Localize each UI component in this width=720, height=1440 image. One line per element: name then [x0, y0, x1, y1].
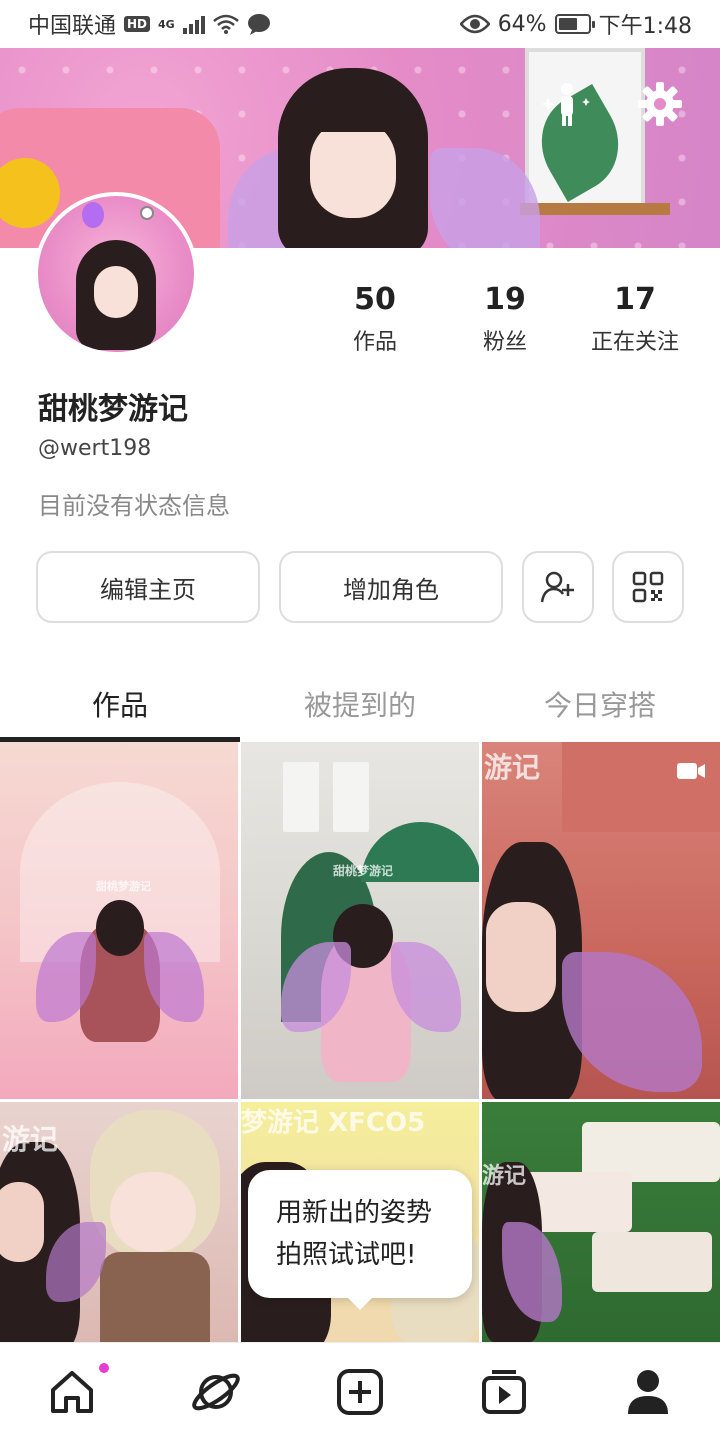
add-role-button[interactable]: 增加角色 [279, 551, 503, 623]
stat-following-count: 17 [614, 282, 656, 317]
signal-icon [182, 14, 205, 34]
profile-screen: 中国联通 HD 4G 64% 下午1:48 50 作品 19 粉丝 17 正在关… [0, 0, 720, 1440]
add-friend-button[interactable] [522, 551, 594, 623]
profile-tabs: 作品 被提到的 今日穿搭 [0, 668, 720, 742]
nav-create[interactable] [288, 1343, 432, 1440]
work-thumbnail[interactable]: 甜桃梦游记 [0, 742, 238, 1099]
watermark-label: 甜桃梦游记 [333, 864, 394, 878]
watermark-label: 游记 [482, 1164, 527, 1189]
planet-icon [192, 1373, 240, 1411]
video-camera-icon [677, 763, 705, 779]
work-thumbnail[interactable]: 甜桃梦游记 [241, 742, 479, 1099]
tooltip-line-1: 用新出的姿势 [276, 1198, 433, 1228]
tab-works[interactable]: 作品 [0, 668, 240, 742]
watermark-label: 甜桃梦游记 [96, 880, 151, 893]
stat-followers-count: 19 [484, 282, 526, 317]
watermark-label: 游记 [2, 1123, 59, 1156]
qr-code-button[interactable] [612, 551, 684, 623]
work-thumbnail[interactable]: 游记 [482, 1102, 720, 1342]
message-icon [247, 14, 270, 35]
work-thumbnail[interactable]: 游记 [482, 742, 720, 1099]
nav-explore[interactable] [144, 1343, 288, 1440]
bottom-nav [0, 1342, 720, 1440]
watermark-label: 游记 [484, 751, 541, 784]
profile-status[interactable]: 目前没有状态信息 [38, 486, 230, 521]
play-feed-icon [482, 1370, 526, 1414]
edit-profile-button[interactable]: 编辑主页 [36, 551, 260, 623]
tooltip-line-2: 拍照试试吧! [276, 1240, 417, 1270]
stat-followers-label: 粉丝 [482, 330, 527, 355]
banner-character [278, 68, 428, 248]
battery-percent: 64% [497, 11, 547, 37]
status-bar: 中国联通 HD 4G 64% 下午1:48 [0, 0, 720, 48]
carrier-label: 中国联通 [28, 14, 117, 39]
stat-following-label: 正在关注 [590, 330, 679, 355]
home-badge [99, 1363, 109, 1373]
wifi-icon [212, 14, 239, 34]
profile-icon [628, 1370, 668, 1414]
tab-todays-outfit[interactable]: 今日穿搭 [480, 668, 720, 742]
profile-stats: 50 作品 19 粉丝 17 正在关注 [310, 282, 710, 356]
avatar-pose-icon[interactable] [542, 80, 592, 130]
watermark-label: 梦游记 XFCO5 [241, 1108, 426, 1138]
nav-feed[interactable] [432, 1343, 576, 1440]
network-type-label: 4G [158, 17, 175, 31]
add-friend-icon [540, 571, 574, 603]
qr-code-icon [632, 571, 664, 603]
nav-profile[interactable] [576, 1343, 720, 1440]
gear-icon[interactable] [636, 80, 684, 128]
add-post-icon [337, 1369, 383, 1415]
pose-tip-tooltip[interactable]: 用新出的姿势 拍照试试吧! [248, 1170, 472, 1310]
stat-works-count: 50 [354, 282, 396, 317]
stat-works[interactable]: 50 作品 [310, 282, 440, 356]
eye-icon [459, 14, 490, 34]
tab-mentioned[interactable]: 被提到的 [240, 668, 480, 742]
stat-followers[interactable]: 19 粉丝 [440, 282, 570, 356]
avatar[interactable] [34, 192, 198, 356]
hd-icon: HD [124, 16, 151, 32]
stat-following[interactable]: 17 正在关注 [570, 282, 700, 356]
home-icon [51, 1371, 93, 1413]
clock: 下午1:48 [598, 14, 692, 39]
profile-handle: @wert198 [38, 436, 152, 461]
profile-name: 甜桃梦游记 [38, 392, 188, 427]
battery-icon [554, 14, 595, 34]
nav-home[interactable] [0, 1343, 144, 1440]
work-thumbnail[interactable]: 游记 [0, 1102, 238, 1342]
banner-table [520, 203, 670, 215]
stat-works-label: 作品 [352, 330, 397, 355]
